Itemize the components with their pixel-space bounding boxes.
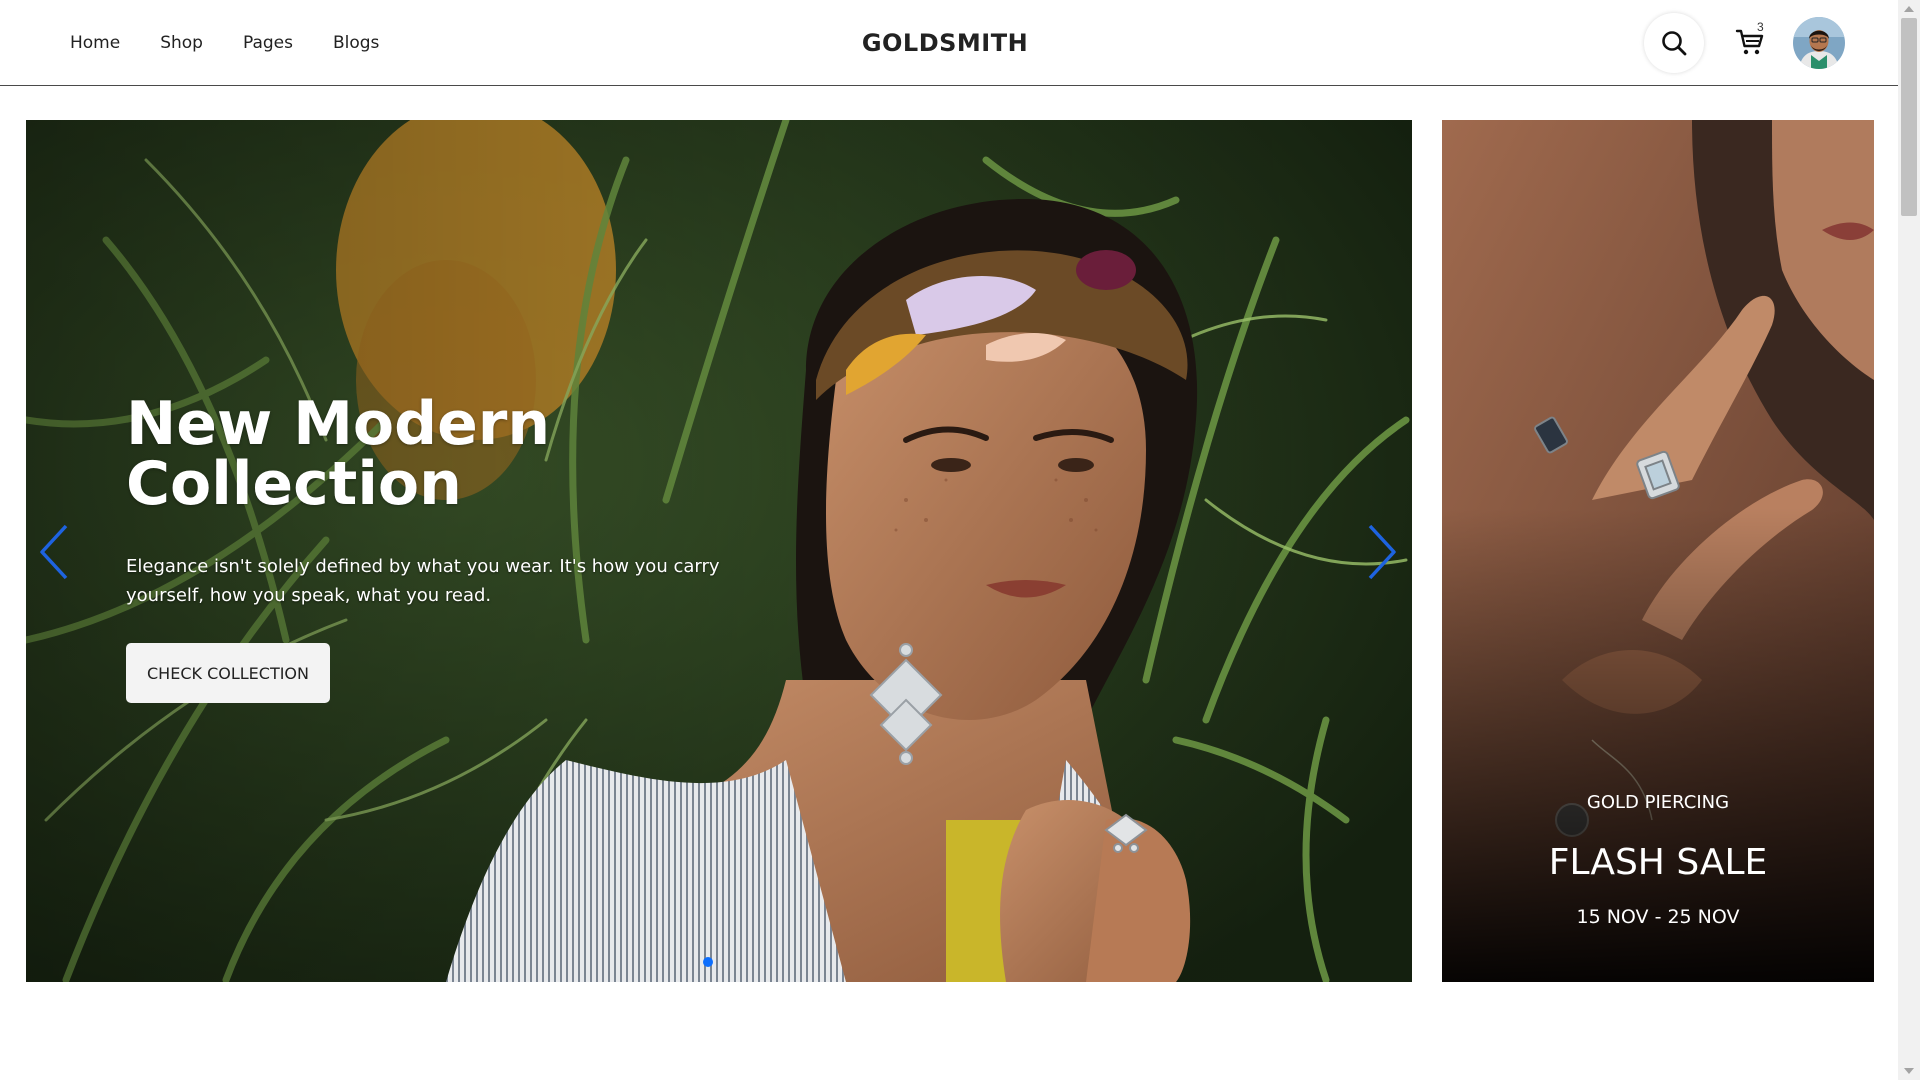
promo-title: FLASH SALE bbox=[1548, 842, 1768, 883]
check-collection-button[interactable]: CHECK COLLECTION bbox=[126, 643, 330, 703]
user-avatar[interactable] bbox=[1793, 17, 1845, 69]
scroll-down-arrow-icon[interactable] bbox=[1904, 1068, 1914, 1074]
site-header: Home Shop Pages Blogs GOLDSMITH 3 bbox=[0, 0, 1898, 86]
avatar-image bbox=[1793, 17, 1845, 69]
main-nav: Home Shop Pages Blogs bbox=[70, 0, 379, 86]
promo-dates: 15 NOV - 25 NOV bbox=[1576, 906, 1740, 928]
carousel-prev-button[interactable] bbox=[36, 522, 72, 582]
promo-kicker: GOLD PIERCING bbox=[1586, 792, 1730, 813]
carousel-next-button[interactable] bbox=[1364, 522, 1400, 582]
scroll-up-arrow-icon[interactable] bbox=[1904, 6, 1914, 12]
nav-shop-link[interactable]: Shop bbox=[160, 33, 203, 53]
nav-blogs-link[interactable]: Blogs bbox=[333, 33, 379, 53]
carousel-indicators bbox=[703, 957, 713, 967]
cart-count-badge: 3 bbox=[1757, 20, 1764, 34]
nav-home-link[interactable]: Home bbox=[70, 33, 120, 53]
flash-sale-promo[interactable]: GOLD PIERCING FLASH SALE 15 NOV - 25 NOV bbox=[1442, 120, 1874, 982]
carousel-dot-active[interactable] bbox=[703, 957, 713, 967]
search-button[interactable] bbox=[1644, 13, 1704, 73]
hero-carousel[interactable]: New Modern Collection Elegance isn't sol… bbox=[26, 120, 1412, 982]
cart-button[interactable] bbox=[1730, 22, 1770, 62]
nav-pages-link[interactable]: Pages bbox=[243, 33, 293, 53]
scrollbar-thumb[interactable] bbox=[1901, 18, 1917, 216]
chevron-right-icon bbox=[1368, 524, 1396, 580]
hero-title: New Modern Collection bbox=[126, 389, 551, 519]
hero-image bbox=[26, 120, 1412, 982]
search-icon bbox=[1662, 31, 1687, 56]
brand-logo[interactable]: GOLDSMITH bbox=[820, 0, 1070, 86]
chevron-left-icon bbox=[40, 524, 68, 580]
hero-description: Elegance isn't solely defined by what yo… bbox=[126, 556, 720, 606]
page-scrollbar[interactable] bbox=[1898, 0, 1920, 1080]
